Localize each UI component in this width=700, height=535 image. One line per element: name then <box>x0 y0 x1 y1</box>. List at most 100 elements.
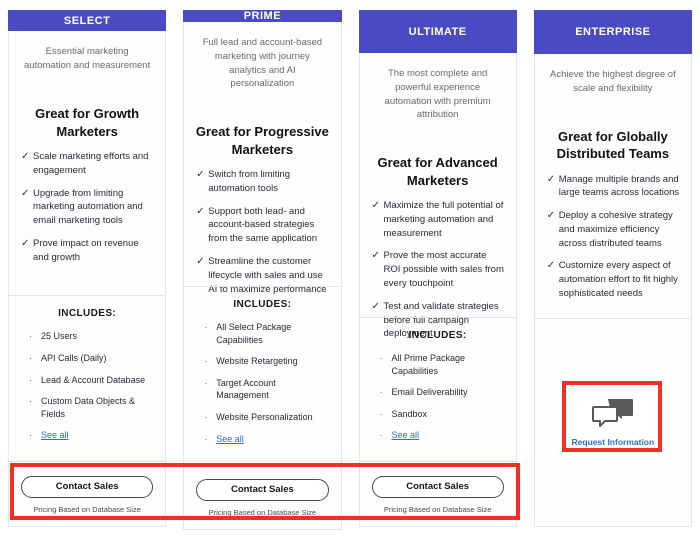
bullet-icon: · <box>379 430 383 441</box>
plan-name: PRIME <box>243 10 282 22</box>
bullet-icon: · <box>204 356 208 367</box>
bullet-icon: · <box>29 331 32 342</box>
benefit-text: Upgrade from limiting marketing automati… <box>33 187 143 227</box>
check-icon: ✓ <box>546 173 556 185</box>
bullet-icon: · <box>29 374 32 385</box>
benefit-item: ✓ Scale marketing efforts and engagement <box>20 150 154 178</box>
plan-header-select: SELECT <box>8 10 167 32</box>
plan-headline: Great for Globally Distributed Teams <box>556 128 670 162</box>
plan-overview-section: The most complete and powerful experienc… <box>360 53 516 339</box>
benefit-item: ✓ Customize every aspect of automation ef… <box>546 259 680 300</box>
benefit-item: ✓ Prove impact on revenue and growth <box>20 237 154 265</box>
bullet-icon: · <box>29 430 32 441</box>
plan-tagline: Achieve the highest degree of scale and … <box>550 69 676 94</box>
benefit-item: ✓ Maximize the full potential of marketin… <box>371 199 505 240</box>
plan-benefit-list: ✓ Scale marketing efforts and engagement ✓… <box>20 150 154 273</box>
includes-item: · API Calls (Daily) <box>20 352 154 365</box>
see-all-link[interactable]: See all <box>392 429 420 442</box>
request-information-label: Request Information <box>571 437 655 447</box>
includes-item: · 25 Users <box>20 330 154 343</box>
benefit-text: Support both lead- and account-based str… <box>208 205 318 245</box>
see-all-link[interactable]: See all <box>41 429 69 442</box>
includes-item: · Target Account Management <box>195 377 329 402</box>
benefit-text: Manage multiple brands and large teams a… <box>558 173 680 199</box>
request-information-button[interactable]: Request Information <box>562 387 663 458</box>
pricing-column-enterprise: ENTERPRISE Achieve the highest degree of … <box>533 10 692 527</box>
includes-text: Lead & Account Database <box>41 374 146 385</box>
plan-tagline: Full lead and account-based marketing wi… <box>202 37 323 90</box>
check-icon: ✓ <box>196 169 205 181</box>
plan-header-enterprise: ENTERPRISE <box>533 10 692 54</box>
benefit-item: ✓ Support both lead- and account-based st… <box>195 205 329 246</box>
plan-header-ultimate: ULTIMATE <box>358 10 517 54</box>
bullet-icon: · <box>204 322 208 332</box>
plan-headline: Great for Progressive Marketers <box>195 124 329 157</box>
see-all-link[interactable]: See all <box>216 433 244 446</box>
contact-sales-button[interactable]: Contact Sales <box>21 476 154 498</box>
plan-includes-list: · All Select Package Capabilities · Website… <box>195 321 329 445</box>
plan-headline: Great for Growth Marketers <box>35 105 140 139</box>
pricing-note: Pricing Based on Database Size <box>383 505 492 514</box>
includes-text: Custom Data Objects & Fields <box>41 396 136 419</box>
request-information-section: Request Information <box>535 319 691 526</box>
plan-name: ULTIMATE <box>408 25 467 38</box>
benefit-text: Customize every aspect of automation eff… <box>558 260 678 299</box>
benefit-text: Prove impact on revenue and growth <box>33 237 139 263</box>
pricing-column-ultimate: ULTIMATE The most complete and powerful e… <box>358 10 517 527</box>
includes-text: API Calls (Daily) <box>41 353 107 364</box>
bullet-icon: · <box>29 353 32 364</box>
contact-sales-button[interactable]: Contact Sales <box>196 479 329 502</box>
plan-card-body: The most complete and powerful experienc… <box>358 53 517 527</box>
includes-text: Website Personalization <box>216 411 313 422</box>
plan-benefit-list: ✓ Switch from limiting automation tools ✓ S… <box>195 168 329 305</box>
includes-item: · Website Personalization <box>195 411 329 424</box>
plan-header-prime: PRIME <box>183 10 342 22</box>
includes-item: · Lead & Account Database <box>20 374 154 387</box>
pricing-column-prime: PRIME Full lead and account-based marketi… <box>183 10 342 531</box>
plan-includes-section: INCLUDES: · All Prime Package Capabilities… <box>360 318 516 461</box>
benefit-text: Switch from limiting automation tools <box>208 169 291 194</box>
plan-card-body: Essential marketing automation and measu… <box>8 31 167 527</box>
bullet-icon: · <box>379 387 383 398</box>
contact-sales-button[interactable]: Contact Sales <box>371 476 504 498</box>
includes-text: Website Retargeting <box>216 356 298 367</box>
benefit-item: ✓ Upgrade from limiting marketing automat… <box>20 187 154 228</box>
includes-item: · Website Retargeting <box>195 355 329 368</box>
pricing-columns: SELECT Essential marketing automation and… <box>0 0 700 535</box>
includes-text: Email Deliverability <box>391 387 468 398</box>
bullet-icon: · <box>379 353 383 364</box>
includes-text: 25 Users <box>41 331 78 342</box>
includes-title: INCLUDES: <box>408 330 467 342</box>
includes-item: · Sandbox <box>371 408 505 421</box>
includes-text: Sandbox <box>391 408 428 419</box>
plan-cta-section: Contact Sales Pricing Based on Database S… <box>184 465 340 529</box>
check-icon: ✓ <box>371 250 380 262</box>
benefit-item: ✓ Switch from limiting automation tools <box>195 168 329 196</box>
plan-benefit-list: ✓ Manage multiple brands and large teams … <box>546 173 680 310</box>
bullet-icon: · <box>29 396 32 407</box>
benefit-item: ✓ Prove the most accurate ROI possible wi… <box>371 249 505 290</box>
plan-includes-list: · 25 Users · API Calls (Daily) · Lead & Accou… <box>20 330 154 442</box>
plan-cta-section: Contact Sales Pricing Based on Database S… <box>9 462 165 526</box>
check-icon: ✓ <box>546 260 556 272</box>
includes-title: INCLUDES: <box>233 299 292 310</box>
plan-cta-section: Contact Sales Pricing Based on Database S… <box>360 462 516 526</box>
benefit-item: ✓ Manage multiple brands and large teams … <box>546 173 680 201</box>
bullet-icon: · <box>204 433 208 444</box>
benefit-text: Prove the most accurate ROI possible wit… <box>383 250 504 290</box>
plan-includes-section: INCLUDES: · All Select Package Capabilitie… <box>184 287 340 464</box>
includes-item-see-all: · See all <box>20 429 154 442</box>
includes-text: Target Account Management <box>216 377 276 401</box>
bullet-icon: · <box>204 411 208 422</box>
includes-item: · All Select Package Capabilities <box>195 321 329 346</box>
includes-item-see-all: · See all <box>195 433 329 446</box>
pricing-note: Pricing Based on Database Size <box>33 505 141 514</box>
check-icon: ✓ <box>21 151 30 163</box>
pricing-comparison-page: SELECT Essential marketing automation and… <box>0 0 700 535</box>
check-icon: ✓ <box>371 200 380 212</box>
check-icon: ✓ <box>21 187 30 199</box>
benefit-text: Deploy a cohesive strategy and maximize … <box>558 210 673 249</box>
benefit-text: Maximize the full potential of marketing… <box>383 200 504 239</box>
pricing-note: Pricing Based on Database Size <box>208 508 317 518</box>
plan-card-body: Full lead and account-based marketing wi… <box>183 22 342 531</box>
